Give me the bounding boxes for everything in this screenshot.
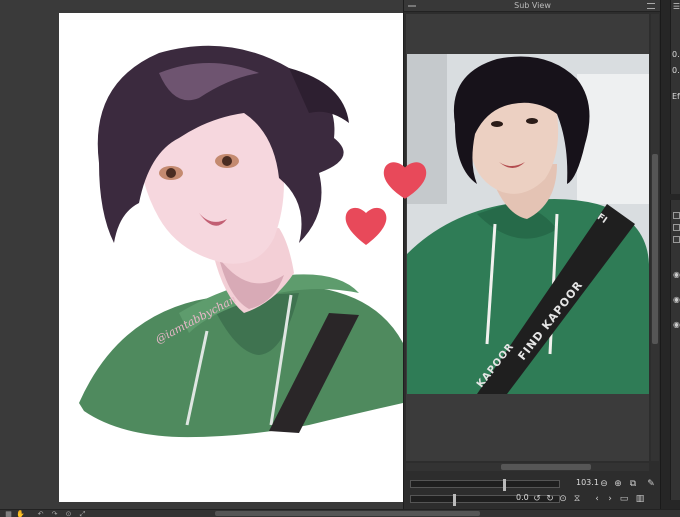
zoom-value: 103.1 [576, 478, 599, 487]
dock-property-section [670, 14, 680, 194]
scrollbar-thumb[interactable] [501, 464, 591, 470]
rotate-left-icon[interactable]: ↺ [531, 493, 543, 505]
rotate-view-icon[interactable]: ⊙ [64, 510, 73, 517]
dock-value-2: 0. [672, 66, 680, 75]
zoom-row: 103.1 ⊖ ⊕ ⧉ ✎ [406, 477, 659, 491]
reference-photo: FIND KAPOOR KAPOOR FI [407, 54, 649, 394]
dock-menu-icon[interactable]: ☰ [672, 2, 680, 11]
zoom-slider-knob[interactable] [503, 479, 506, 491]
reset-rotation-icon[interactable]: ⊙ [557, 493, 569, 505]
canvas-workspace[interactable]: @iamtabbychan [0, 0, 403, 509]
dock-effect-label: Ef [672, 92, 680, 101]
drag-grip-icon[interactable] [408, 5, 416, 7]
rotation-value: 0.0 [516, 493, 529, 502]
visibility-eye-icon[interactable]: ◉ [672, 320, 680, 329]
sub-view-title-bar[interactable]: Sub View [404, 0, 661, 12]
dock-layer-section [670, 200, 680, 500]
bottom-status-bar: ▦ ✋ ↶ ↷ ⊙ ⤢ [0, 509, 680, 517]
panel-title: Sub View [514, 1, 551, 10]
rotate-right-icon[interactable]: ↻ [544, 493, 556, 505]
layer-checkbox[interactable] [673, 236, 680, 243]
rotation-slider-knob[interactable] [453, 494, 456, 506]
open-folder-icon[interactable]: ▭ [618, 493, 630, 505]
dock-value-1: 0. [672, 50, 680, 59]
hand-tool-icon[interactable]: ✋ [16, 510, 25, 517]
drawing-canvas[interactable]: @iamtabbychan [59, 13, 403, 502]
visibility-eye-icon[interactable]: ◉ [672, 270, 680, 279]
fit-screen-icon[interactable]: ⤢ [78, 510, 87, 517]
sub-view-vertical-scrollbar[interactable] [651, 14, 659, 461]
visibility-eye-icon[interactable]: ◉ [672, 295, 680, 304]
delete-icon[interactable]: ▥ [634, 493, 646, 505]
panel-menu-icon[interactable] [647, 3, 655, 9]
undo-view-icon[interactable]: ↶ [36, 510, 45, 517]
layer-checkbox[interactable] [673, 212, 680, 219]
sub-view-panel: Sub View FIND KAPOOR KAPOOR FI 103.1 ⊖ ⊕… [403, 0, 661, 509]
artwork-illustration [79, 45, 403, 438]
layer-checkbox[interactable] [673, 224, 680, 231]
right-dock-panel: ☰ 0. 0. Ef ◉ ◉ ◉ [660, 0, 680, 509]
reference-image-view[interactable]: FIND KAPOOR KAPOOR FI [406, 14, 649, 461]
zoom-out-icon[interactable]: ⊖ [598, 478, 610, 490]
scrollbar-thumb[interactable] [652, 154, 658, 344]
eyedropper-icon[interactable]: ✎ [645, 478, 657, 490]
heart-icon [345, 207, 387, 245]
fit-view-icon[interactable]: ⧉ [627, 478, 639, 490]
zoom-in-icon[interactable]: ⊕ [612, 478, 624, 490]
flip-icon[interactable]: ⧖ [571, 493, 583, 505]
rotation-row: 0.0 ↺ ↻ ⊙ ⧖ ‹ › ▭ ▥ [406, 492, 659, 506]
redo-view-icon[interactable]: ↷ [50, 510, 59, 517]
next-image-icon[interactable]: › [604, 493, 616, 505]
heart-icon [383, 162, 427, 199]
canvas-horizontal-scrollbar[interactable] [215, 511, 480, 516]
previous-image-icon[interactable]: ‹ [591, 493, 603, 505]
zoom-slider[interactable] [410, 479, 560, 491]
navigator-icon[interactable]: ▦ [4, 510, 13, 517]
sub-view-horizontal-scrollbar[interactable] [406, 463, 649, 471]
